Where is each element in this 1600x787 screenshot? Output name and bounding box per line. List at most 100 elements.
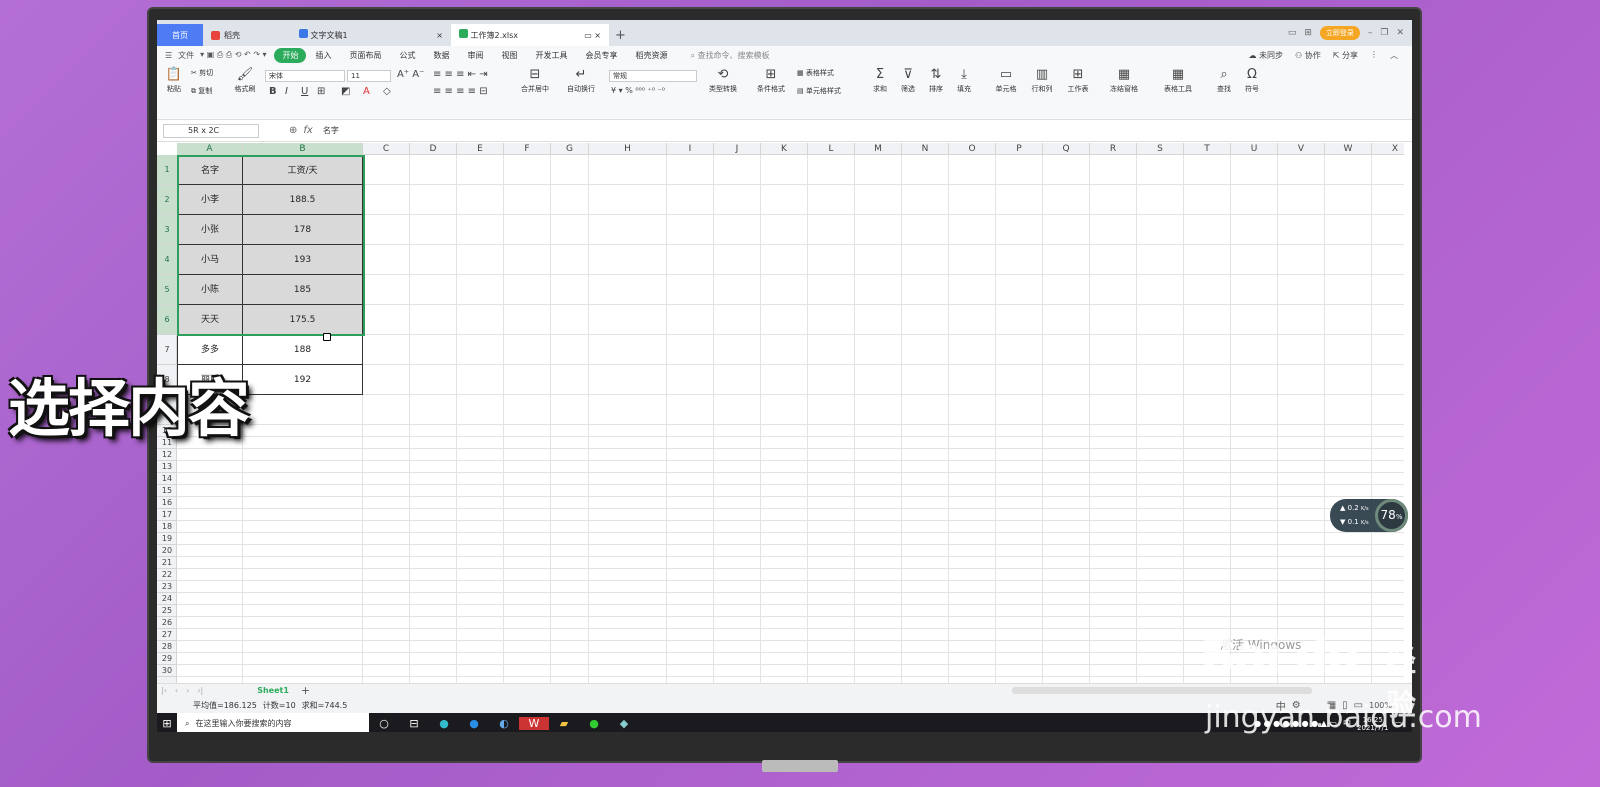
paste-button[interactable]: 📋 粘贴 (163, 68, 185, 94)
row-header-22[interactable]: 22 (157, 569, 177, 581)
minimize-icon[interactable]: – (1368, 28, 1373, 38)
share-button[interactable]: ⇱ 分享 (1333, 50, 1358, 61)
grid-icon[interactable]: ⊞ (1304, 28, 1312, 38)
hamburger-icon[interactable]: ☰ (165, 51, 172, 60)
wps-icon[interactable]: W (519, 717, 549, 730)
close-icon[interactable]: × (436, 31, 443, 40)
row-header-13[interactable]: 13 (157, 461, 177, 473)
copy-button[interactable]: ⧉ 复制 (191, 86, 212, 96)
sheet-nav-next-icon[interactable]: › (182, 686, 193, 695)
row-header-28[interactable]: 28 (157, 641, 177, 653)
column-header-l[interactable]: L (808, 143, 855, 155)
row-header-4[interactable]: 4 (157, 245, 177, 275)
row-header-30[interactable]: 30 (157, 665, 177, 677)
cut-button[interactable]: ✂ 剪切 (191, 68, 213, 78)
task-view-icon[interactable]: ○ (369, 717, 399, 730)
collab-button[interactable]: ⚇ 协作 (1295, 50, 1321, 61)
add-sheet-button[interactable]: + (301, 684, 310, 697)
worksheet-button[interactable]: ⊞ 工作表 (1061, 68, 1095, 94)
align-horizontal-icons[interactable]: ≡ ≡ ≡ ≡ ⊟ (433, 86, 488, 97)
zoom-icon[interactable]: ⊕ (289, 125, 297, 136)
app-icon[interactable]: ◆ (609, 717, 639, 730)
tab-docer[interactable]: 稻壳 (203, 24, 291, 46)
row-header-29[interactable]: 29 (157, 653, 177, 665)
filter-button[interactable]: ⊽ 筛选 (895, 68, 921, 94)
login-button[interactable]: 立即登录 (1319, 26, 1360, 40)
column-header-q[interactable]: Q (1043, 143, 1090, 155)
row-header-23[interactable]: 23 (157, 581, 177, 593)
row-header-12[interactable]: 12 (157, 449, 177, 461)
network-speed-widget[interactable]: ▲ 0.2 K/s ▼ 0.1 K/s 78% (1330, 499, 1408, 532)
sum-button[interactable]: Σ 求和 (867, 68, 893, 94)
collapse-icon[interactable]: ︿ (1390, 50, 1398, 61)
row-header-24[interactable]: 24 (157, 593, 177, 605)
layout-icon[interactable]: ▭ (1288, 28, 1297, 38)
horizontal-scrollbar[interactable] (1012, 687, 1312, 694)
column-header-u[interactable]: U (1231, 143, 1278, 155)
rowcol-button[interactable]: ▥ 行和列 (1025, 68, 1059, 94)
wrap-text-button[interactable]: ↵ 自动换行 (561, 68, 601, 94)
tab-home[interactable]: 首页 (157, 24, 203, 46)
merge-center-button[interactable]: ⊟ 合并居中 (515, 68, 555, 94)
name-box[interactable]: 5R x 2C (163, 123, 259, 138)
tab-workbook[interactable]: 工作簿2.xlsx ▭ × (451, 24, 609, 46)
formula-input[interactable]: 名字 (323, 125, 339, 136)
sogou-icon[interactable]: ◐ (489, 717, 519, 730)
column-header-o[interactable]: O (949, 143, 996, 155)
file-explorer-icon[interactable]: ▰ (549, 717, 579, 730)
align-top-icons[interactable]: ≡ ≡ ≡ ⇤ ⇥ (433, 69, 488, 80)
command-search[interactable]: ⌕ 查找命令、搜索模板 (676, 50, 769, 61)
row-header-17[interactable]: 17 (157, 509, 177, 521)
column-header-e[interactable]: E (457, 143, 504, 155)
row-header-1[interactable]: 1 (157, 155, 177, 185)
menu-file[interactable]: 文件 (178, 50, 194, 61)
menu-member[interactable]: 会员专享 (576, 50, 626, 61)
table-style-button[interactable]: ▦ 表格样式 (797, 68, 834, 78)
column-header-d[interactable]: D (410, 143, 457, 155)
timeline-icon[interactable]: ⊟ (399, 717, 429, 730)
row-header-16[interactable]: 16 (157, 497, 177, 509)
column-header-p[interactable]: P (996, 143, 1043, 155)
menu-formula[interactable]: 公式 (390, 50, 424, 61)
cell-button[interactable]: ▭ 单元格 (989, 68, 1023, 94)
cell-wage[interactable]: 192 (243, 365, 363, 395)
restore-icon[interactable]: ❐ (1380, 28, 1388, 38)
menu-developer[interactable]: 开发工具 (526, 50, 576, 61)
fill-color-icon[interactable]: ◩ (341, 86, 350, 97)
row-header-3[interactable]: 3 (157, 215, 177, 245)
column-header-f[interactable]: F (504, 143, 551, 155)
column-header-a[interactable]: A (177, 143, 243, 155)
font-size-select[interactable]: 11 (347, 70, 391, 82)
column-header-v[interactable]: V (1278, 143, 1325, 155)
menu-data[interactable]: 数据 (424, 50, 458, 61)
format-painter-button[interactable]: 🖌 格式刷 (231, 68, 259, 94)
fill-button[interactable]: ⤓ 填充 (951, 68, 977, 94)
sheet-tab[interactable]: Sheet1 (257, 686, 289, 695)
column-header-t[interactable]: T (1184, 143, 1231, 155)
freeze-button[interactable]: ▦ 冻结窗格 (1103, 68, 1145, 94)
menu-view[interactable]: 视图 (492, 50, 526, 61)
column-header-b[interactable]: B (243, 143, 363, 155)
row-header-5[interactable]: 5 (157, 275, 177, 305)
more-icon[interactable]: ⋮ (1370, 50, 1378, 61)
row-header-20[interactable]: 20 (157, 545, 177, 557)
find-button[interactable]: ⌕ 查找 (1211, 68, 1237, 94)
sync-status[interactable]: ☁ 未同步 (1248, 50, 1283, 61)
column-header-i[interactable]: I (667, 143, 714, 155)
menu-page-layout[interactable]: 页面布局 (340, 50, 390, 61)
edge-icon[interactable]: ● (429, 717, 459, 730)
column-header-g[interactable]: G (551, 143, 589, 155)
edge-dev-icon[interactable]: ● (459, 717, 489, 730)
sheet-nav-last-icon[interactable]: ›| (193, 686, 207, 695)
row-header-21[interactable]: 21 (157, 557, 177, 569)
font-select[interactable]: 宋体 (265, 70, 345, 82)
wechat-icon[interactable]: ● (579, 717, 609, 730)
row-header-19[interactable]: 19 (157, 533, 177, 545)
column-header-x[interactable]: X (1372, 143, 1404, 155)
tab-document[interactable]: 文字文稿1 × (291, 24, 451, 46)
column-header-k[interactable]: K (761, 143, 808, 155)
font-grow-icon[interactable]: A⁺ A⁻ (397, 69, 424, 80)
italic-icon[interactable]: I (285, 86, 288, 97)
menu-insert[interactable]: 插入 (306, 50, 340, 61)
row-header-14[interactable]: 14 (157, 473, 177, 485)
